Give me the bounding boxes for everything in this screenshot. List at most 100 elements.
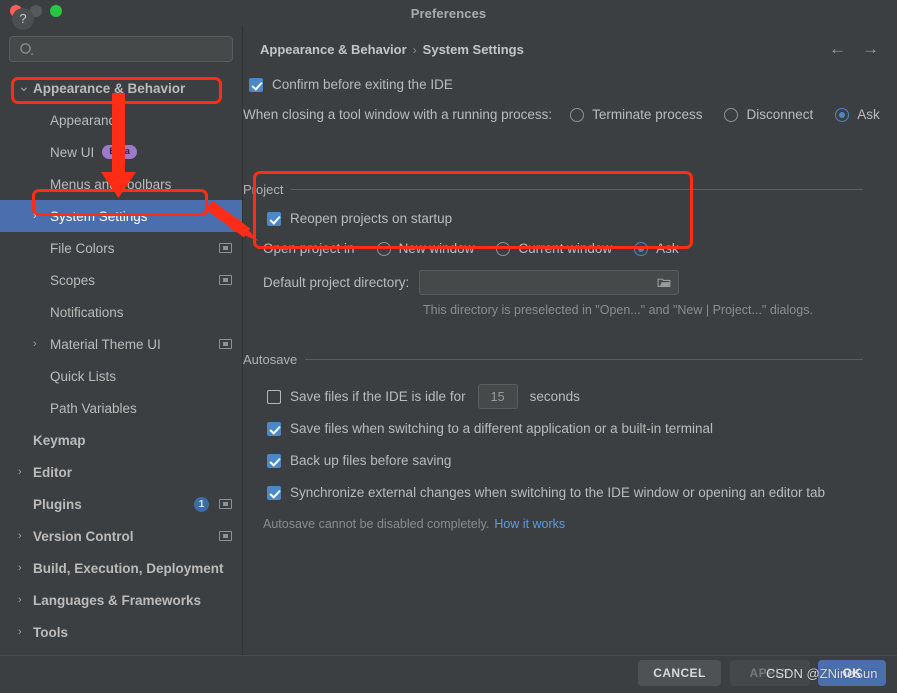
sidebar-item-material-theme-ui[interactable]: › Material Theme UI [0,328,242,360]
preferences-window: Preferences ⌄ Appearance & Behavior Appear… [0,0,897,693]
autosave-backup-checkbox[interactable] [267,453,281,468]
sidebar-item-settings-sync[interactable]: Settings Sync [0,648,242,655]
confirm-exit-row[interactable]: Confirm before exiting the IDE [249,77,453,92]
sidebar-item-tools[interactable]: › Tools [0,616,242,648]
sidebar-item-appearance[interactable]: Appearance [0,104,242,136]
chevron-down-icon[interactable]: ⌄ [18,79,30,93]
maximize-button[interactable] [50,5,62,17]
radio-disconnect[interactable] [724,107,739,122]
sidebar-item-menus-and-toolbars[interactable]: Menus and Toolbars [0,168,242,200]
open-project-in-label: Open project in [263,241,355,256]
sidebar-item-path-variables[interactable]: Path Variables [0,392,242,424]
reopen-projects-checkbox[interactable] [267,211,281,226]
autosave-sync-label: Synchronize external changes when switch… [290,485,826,500]
chevron-right-icon[interactable]: › [33,338,43,350]
sidebar-item-plugins[interactable]: Plugins 1 [0,488,242,520]
title-bar: Preferences [0,0,897,26]
default-project-directory-label: Default project directory: [263,275,410,290]
closing-tool-window-row: When closing a tool window with a runnin… [243,107,880,122]
sidebar-item-build-execution-deployment[interactable]: › Build, Execution, Deployment [0,552,242,584]
search-field-wrapper [9,36,233,62]
cancel-button[interactable]: CANCEL [638,660,721,686]
radio-terminate-process[interactable] [570,107,585,122]
chevron-right-icon[interactable]: › [18,530,28,542]
autosave-group-divider [305,359,863,360]
autosave-idle-label-after: seconds [529,389,580,404]
radio-ask[interactable] [835,107,850,122]
confirm-exit-checkbox[interactable] [249,77,263,92]
beta-badge: Beta [102,145,137,159]
chevron-right-icon[interactable]: › [18,626,28,638]
sidebar-item-version-control[interactable]: › Version Control [0,520,242,552]
sidebar-item-label: Material Theme UI [50,336,161,352]
autosave-idle-row: Save files if the IDE is idle for 15 sec… [267,384,580,409]
sidebar-item-new-ui[interactable]: New UI Beta [0,136,242,168]
sidebar-item-notifications[interactable]: Notifications [0,296,242,328]
open-project-in-row: Open project in New window Current windo… [263,241,679,256]
sidebar-item-label: File Colors [50,240,115,256]
search-input[interactable] [9,36,233,62]
project-group-title: Project [243,182,284,197]
help-button[interactable]: ? [12,8,34,30]
sidebar-item-scopes[interactable]: Scopes [0,264,242,296]
radio-current-window-label[interactable]: Current window [518,241,612,256]
settings-main-panel: Appearance & Behavior › System Settings ← … [243,26,897,655]
forward-arrow-icon[interactable]: → [862,40,879,57]
open-project-in-options: New window Current window Ask [376,241,679,256]
sidebar-item-file-colors[interactable]: File Colors [0,232,242,264]
settings-sidebar: ⌄ Appearance & Behavior Appearance New UI Be… [0,26,243,655]
sidebar-item-label: Scopes [50,272,96,288]
sidebar-item-languages-frameworks[interactable]: › Languages & Frameworks [0,584,242,616]
sidebar-item-system-settings[interactable]: › System Settings [0,200,242,232]
sidebar-item-label: Quick Lists [50,368,117,384]
confirm-exit-label: Confirm before exiting the IDE [272,77,453,92]
radio-terminate-process-label[interactable]: Terminate process [592,107,702,122]
autosave-idle-checkbox[interactable] [267,389,281,404]
breadcrumb-separator: › [412,43,417,57]
radio-new-window[interactable] [376,241,391,256]
autosave-sync-checkbox[interactable] [267,485,281,500]
radio-current-window[interactable] [496,241,511,256]
folder-icon[interactable] [657,277,671,288]
configurable-indicator-icon [219,339,232,349]
autosave-switch-app-checkbox[interactable] [267,421,281,436]
configurable-indicator-icon [219,243,232,253]
back-arrow-icon[interactable]: ← [829,40,846,57]
sidebar-item-quick-lists[interactable]: Quick Lists [0,360,242,392]
radio-ask-label[interactable]: Ask [857,107,880,122]
sidebar-item-label: System Settings [50,208,148,224]
closing-tool-window-options: Terminate process Disconnect Ask [570,107,880,122]
autosave-idle-seconds-input[interactable]: 15 [477,384,518,409]
radio-new-window-label[interactable]: New window [399,241,475,256]
chevron-right-icon[interactable]: › [18,562,28,574]
breadcrumb-current: System Settings [422,42,524,57]
sidebar-item-label: Version Control [33,528,134,544]
default-project-directory-input[interactable] [419,270,680,295]
how-it-works-link[interactable]: How it works [494,517,565,531]
sidebar-item-keymap[interactable]: Keymap [0,424,242,456]
radio-ask-project-label[interactable]: Ask [656,241,679,256]
chevron-right-icon[interactable]: › [33,210,43,222]
reopen-projects-label: Reopen projects on startup [290,211,453,226]
autosave-sync-row[interactable]: Synchronize external changes when switch… [267,485,825,500]
search-icon [20,43,34,56]
sidebar-item-label: Notifications [50,304,124,320]
autosave-backup-row[interactable]: Back up files before saving [267,453,451,468]
sidebar-item-label: Appearance [50,112,123,128]
reopen-projects-row[interactable]: Reopen projects on startup [267,211,452,226]
configurable-indicator-icon [219,275,232,285]
window-title: Preferences [410,5,487,21]
autosave-switch-app-label: Save files when switching to a different… [290,421,713,436]
sidebar-item-label: Path Variables [50,400,137,416]
autosave-backup-label: Back up files before saving [290,453,452,468]
sidebar-item-editor[interactable]: › Editor [0,456,242,488]
radio-disconnect-label[interactable]: Disconnect [746,107,813,122]
autosave-switch-app-row[interactable]: Save files when switching to a different… [267,421,713,436]
breadcrumb-root[interactable]: Appearance & Behavior [260,42,407,57]
watermark: CSDN @ZNineSun [766,666,878,681]
chevron-right-icon[interactable]: › [18,594,28,606]
radio-ask-project[interactable] [634,241,649,256]
sidebar-item-label: Editor [33,464,72,480]
sidebar-item-appearance-behavior[interactable]: ⌄ Appearance & Behavior [0,72,242,104]
chevron-right-icon[interactable]: › [18,466,28,478]
